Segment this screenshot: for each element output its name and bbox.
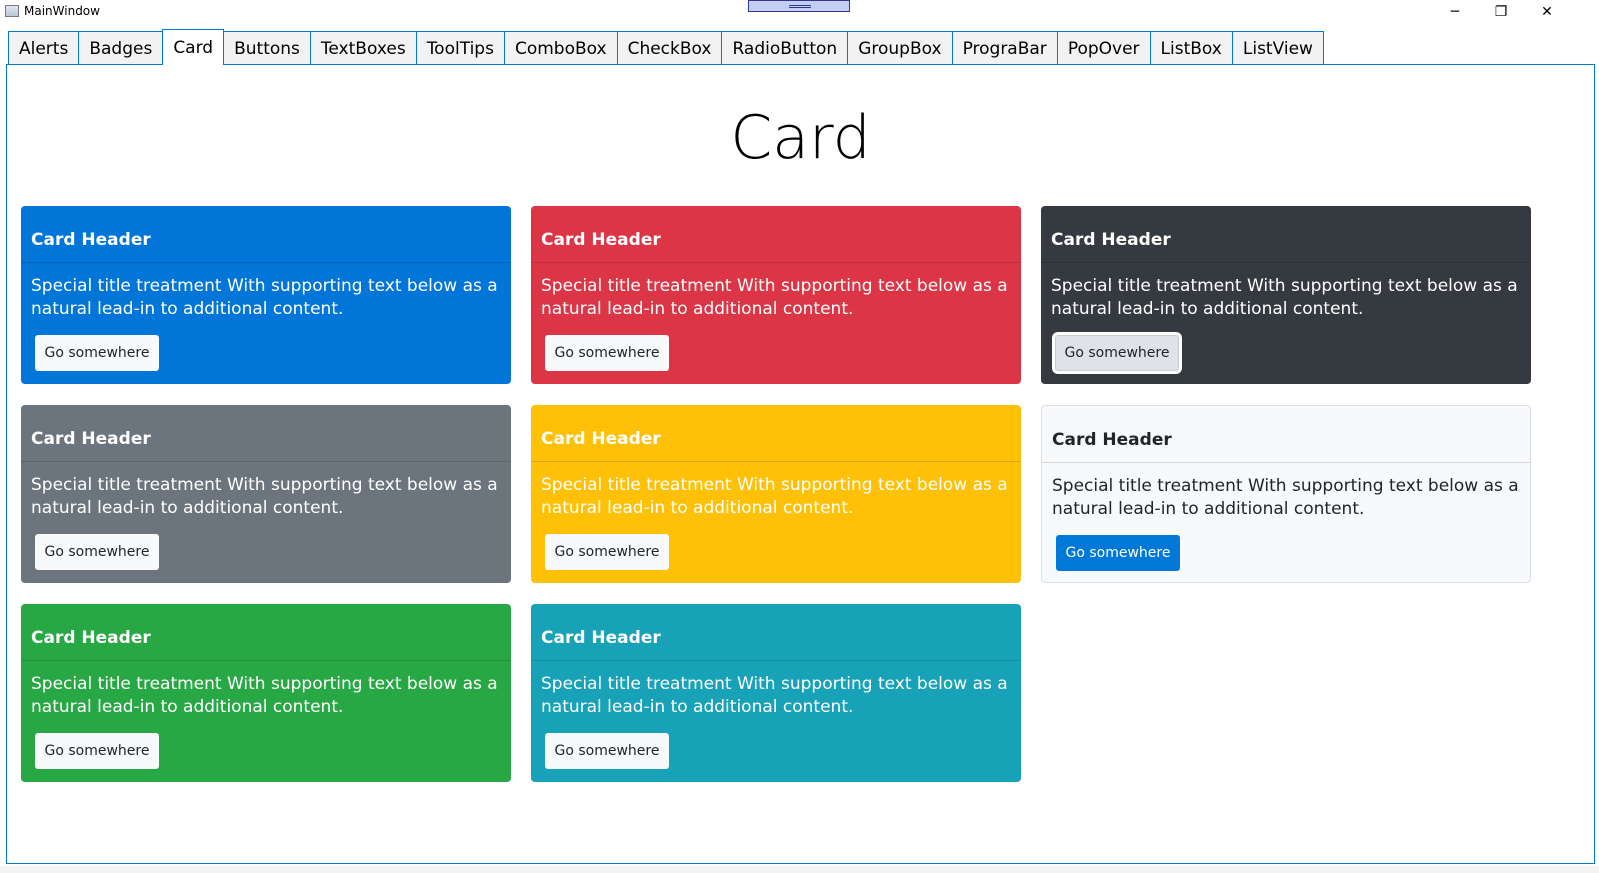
app-window-icon (5, 5, 19, 17)
window-bottom-edge (0, 866, 1599, 873)
tab-listbox[interactable]: ListBox (1149, 31, 1233, 65)
card-success: Card Header Special title treatment With… (21, 604, 511, 782)
card-text: Special title treatment With supporting … (31, 674, 498, 717)
tab-combobox[interactable]: ComboBox (503, 31, 618, 65)
card-text: Special title treatment With supporting … (1052, 476, 1519, 519)
window-title: MainWindow (24, 4, 100, 18)
card-body: Special title treatment With supporting … (21, 462, 511, 570)
go-somewhere-button[interactable]: Go somewhere (545, 534, 669, 570)
card-body: Special title treatment With supporting … (1042, 463, 1530, 571)
card-text: Special title treatment With supporting … (1051, 276, 1518, 319)
card-body: Special title treatment With supporting … (1041, 263, 1531, 371)
card-text: Special title treatment With supporting … (541, 276, 1008, 319)
tab-popover[interactable]: PopOver (1056, 31, 1151, 65)
tab-checkbox[interactable]: CheckBox (616, 31, 723, 65)
card-body: Special title treatment With supporting … (531, 462, 1021, 570)
close-button[interactable]: ✕ (1524, 0, 1570, 24)
go-somewhere-button[interactable]: Go somewhere (1055, 335, 1179, 371)
card-light: Card Header Special title treatment With… (1041, 405, 1531, 583)
card-dark: Card Header Special title treatment With… (1041, 206, 1531, 384)
tab-buttons[interactable]: Buttons (223, 31, 311, 65)
card-secondary: Card Header Special title treatment With… (21, 405, 511, 583)
go-somewhere-button[interactable]: Go somewhere (35, 534, 159, 570)
card-header: Card Header (531, 206, 1021, 263)
card-header: Card Header (21, 405, 511, 462)
tab-groupbox[interactable]: GroupBox (847, 31, 953, 65)
tab-card[interactable]: Card (162, 29, 225, 65)
card-warning: Card Header Special title treatment With… (531, 405, 1021, 583)
card-text: Special title treatment With supporting … (31, 475, 498, 518)
minimize-icon: ─ (1450, 4, 1460, 20)
tab-prograbar[interactable]: PrograBar (951, 31, 1058, 65)
card-header: Card Header (531, 604, 1021, 661)
card-header: Card Header (21, 604, 511, 661)
card-body: Special title treatment With supporting … (531, 263, 1021, 371)
close-icon: ✕ (1541, 4, 1553, 20)
tab-content-card: Card Card Header Special title treatment… (6, 64, 1595, 864)
card-text: Special title treatment With supporting … (541, 674, 1008, 717)
card-primary: Card Header Special title treatment With… (21, 206, 511, 384)
tab-listview[interactable]: ListView (1231, 31, 1324, 65)
card-text: Special title treatment With supporting … (31, 276, 498, 319)
restore-button[interactable]: ❐ (1478, 0, 1524, 24)
title-bar: MainWindow ─ ❐ ✕ (0, 0, 1599, 24)
go-somewhere-button[interactable]: Go somewhere (545, 733, 669, 769)
tab-radiobutton[interactable]: RadioButton (721, 31, 849, 65)
tab-badges[interactable]: Badges (78, 31, 164, 65)
card-header: Card Header (1042, 406, 1530, 463)
go-somewhere-button[interactable]: Go somewhere (35, 335, 159, 371)
tab-textboxes[interactable]: TextBoxes (309, 31, 417, 65)
card-header: Card Header (21, 206, 511, 263)
minimize-button[interactable]: ─ (1432, 0, 1478, 24)
card-body: Special title treatment With supporting … (21, 661, 511, 769)
card-header: Card Header (531, 405, 1021, 462)
tab-strip: Alerts Badges Card Buttons TextBoxes Too… (8, 29, 1324, 65)
tab-tooltips[interactable]: ToolTips (415, 31, 505, 65)
card-text: Special title treatment With supporting … (541, 475, 1008, 518)
card-header: Card Header (1041, 206, 1531, 263)
page-title: Card (730, 103, 871, 173)
restore-icon: ❐ (1494, 4, 1508, 20)
go-somewhere-button[interactable]: Go somewhere (545, 335, 669, 371)
go-somewhere-button[interactable]: Go somewhere (35, 733, 159, 769)
card-danger: Card Header Special title treatment With… (531, 206, 1021, 384)
tab-alerts[interactable]: Alerts (8, 31, 80, 65)
card-body: Special title treatment With supporting … (21, 263, 511, 371)
card-info: Card Header Special title treatment With… (531, 604, 1021, 782)
drag-handle[interactable] (748, 0, 850, 12)
go-somewhere-button[interactable]: Go somewhere (1056, 535, 1180, 571)
card-body: Special title treatment With supporting … (531, 661, 1021, 769)
